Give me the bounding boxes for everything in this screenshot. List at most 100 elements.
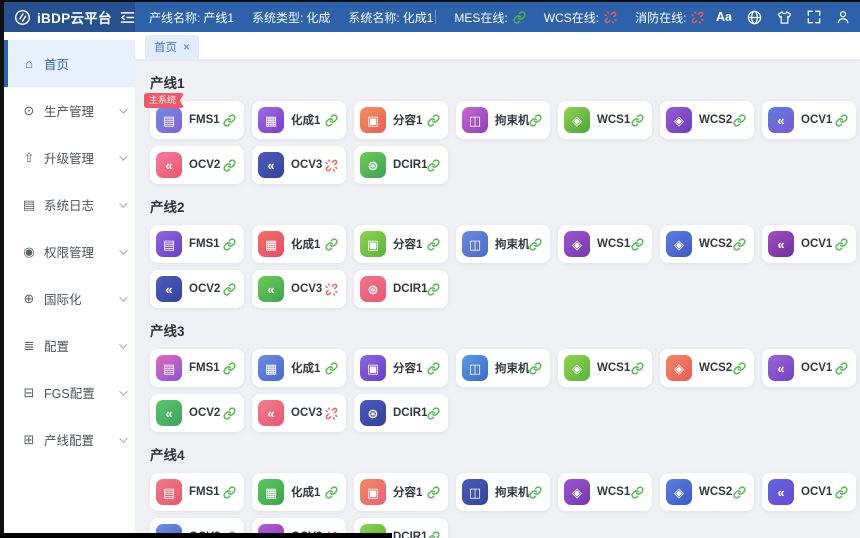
system-card[interactable]: « OCV2 <box>150 270 244 308</box>
link-icon[interactable] <box>223 362 236 375</box>
system-card[interactable]: ◈ WCS2 <box>660 225 754 263</box>
system-card[interactable]: ◈ WCS1 <box>558 225 652 263</box>
sidebar-item[interactable]: ⊞ 产线配置 <box>4 416 135 463</box>
system-card[interactable]: « OCV3 <box>252 270 346 308</box>
link-icon[interactable] <box>325 486 338 499</box>
link-icon[interactable] <box>223 159 236 172</box>
system-card[interactable]: « OCV1 <box>762 473 856 511</box>
link-icon[interactable] <box>529 486 542 499</box>
system-card[interactable]: ▦ 化成1 <box>252 473 346 511</box>
font-size-icon[interactable]: Aa <box>716 10 732 24</box>
system-name: 分容1 <box>393 236 427 252</box>
chevron-down-icon <box>119 387 127 395</box>
system-card[interactable]: ◈ WCS1 <box>558 101 652 139</box>
system-card[interactable]: ◫ 拘束机 <box>456 349 550 387</box>
sidebar-item[interactable]: ▤ 系统日志 <box>4 181 135 228</box>
link-icon[interactable] <box>835 486 848 499</box>
link-icon[interactable] <box>427 283 440 296</box>
system-card[interactable]: 主系统 ▤ FMS1 <box>150 101 244 139</box>
link-icon[interactable] <box>325 238 338 251</box>
link-icon[interactable] <box>733 114 746 127</box>
link-icon[interactable] <box>427 531 440 538</box>
link-icon[interactable] <box>427 362 440 375</box>
system-card[interactable]: ▤ FMS1 <box>150 225 244 263</box>
system-card[interactable]: ▦ 化成1 <box>252 101 346 139</box>
sidebar-item[interactable]: ≣ 配置 <box>4 322 135 369</box>
system-icon: ▤ <box>156 107 182 133</box>
system-card[interactable]: ⊛ DCIR1 <box>354 394 448 432</box>
system-card[interactable]: ◈ WCS1 <box>558 473 652 511</box>
system-card[interactable]: « OCV1 <box>762 225 856 263</box>
system-card[interactable]: ◫ 拘束机 <box>456 225 550 263</box>
system-card[interactable]: ▦ 化成1 <box>252 349 346 387</box>
user-icon[interactable] <box>836 10 850 24</box>
link-icon[interactable] <box>427 486 440 499</box>
info-label: 产线名称: <box>149 11 200 25</box>
system-card[interactable]: ▣ 分容1 <box>354 349 448 387</box>
system-card[interactable]: ⊛ DCIR1 <box>354 270 448 308</box>
broken-link-icon[interactable] <box>325 407 338 420</box>
system-card[interactable]: « OCV1 <box>762 349 856 387</box>
link-icon[interactable] <box>733 362 746 375</box>
system-card[interactable]: ⊛ DCIR1 <box>354 146 448 184</box>
link-icon[interactable] <box>631 362 644 375</box>
system-card[interactable]: ◫ 拘束机 <box>456 473 550 511</box>
collapse-sidebar-icon[interactable] <box>120 11 135 24</box>
system-card[interactable]: ▣ 分容1 <box>354 101 448 139</box>
system-card[interactable]: « OCV3 <box>252 394 346 432</box>
link-icon[interactable] <box>835 238 848 251</box>
tab-close-icon[interactable]: × <box>183 42 190 52</box>
system-card[interactable]: ◈ WCS1 <box>558 349 652 387</box>
sidebar-item[interactable]: ⊕ 国际化 <box>4 275 135 322</box>
link-icon[interactable] <box>427 238 440 251</box>
link-icon[interactable] <box>427 114 440 127</box>
system-card[interactable]: ◫ 拘束机 <box>456 101 550 139</box>
sidebar-item[interactable]: ⊟ FGS配置 <box>4 369 135 416</box>
link-icon[interactable] <box>529 362 542 375</box>
system-card[interactable]: ◈ WCS2 <box>660 349 754 387</box>
link-icon[interactable] <box>835 114 848 127</box>
system-card[interactable]: ◈ WCS2 <box>660 101 754 139</box>
tab-home[interactable]: 首页 × <box>145 35 199 59</box>
system-card[interactable]: ◈ WCS2 <box>660 473 754 511</box>
system-card[interactable]: « OCV3 <box>252 146 346 184</box>
link-icon[interactable] <box>529 238 542 251</box>
link-icon[interactable] <box>223 114 236 127</box>
system-icon: ▣ <box>360 231 386 257</box>
system-icon: ◈ <box>666 231 692 257</box>
sidebar-item[interactable]: ⇧ 升级管理 <box>4 134 135 181</box>
link-icon[interactable] <box>529 114 542 127</box>
link-icon[interactable] <box>631 114 644 127</box>
fullscreen-icon[interactable] <box>807 10 821 24</box>
config-icon: ≣ <box>21 338 37 354</box>
system-card[interactable]: ▣ 分容1 <box>354 473 448 511</box>
link-icon[interactable] <box>427 159 440 172</box>
link-icon[interactable] <box>835 362 848 375</box>
header-info-item: 产线名称:产线1 <box>149 9 234 26</box>
language-globe-icon[interactable] <box>747 10 762 25</box>
system-card[interactable]: « OCV2 <box>150 394 244 432</box>
broken-link-icon[interactable] <box>325 283 338 296</box>
system-card[interactable]: ▤ FMS1 <box>150 349 244 387</box>
link-icon[interactable] <box>733 238 746 251</box>
link-icon[interactable] <box>733 486 746 499</box>
broken-link-icon[interactable] <box>325 159 338 172</box>
link-icon[interactable] <box>325 362 338 375</box>
system-card[interactable]: « OCV1 <box>762 101 856 139</box>
system-card[interactable]: ▤ FMS1 <box>150 473 244 511</box>
sidebar-item[interactable]: ⌂ 首页 <box>4 40 135 87</box>
sidebar-item[interactable]: ◉ 权限管理 <box>4 228 135 275</box>
system-card[interactable]: « OCV2 <box>150 146 244 184</box>
link-icon[interactable] <box>223 486 236 499</box>
system-card[interactable]: ▦ 化成1 <box>252 225 346 263</box>
link-icon[interactable] <box>223 407 236 420</box>
link-icon[interactable] <box>631 238 644 251</box>
link-icon[interactable] <box>427 407 440 420</box>
sidebar-item[interactable]: ⊙ 生产管理 <box>4 87 135 134</box>
link-icon[interactable] <box>325 114 338 127</box>
theme-shirt-icon[interactable] <box>777 10 792 25</box>
system-card[interactable]: ▣ 分容1 <box>354 225 448 263</box>
link-icon[interactable] <box>223 238 236 251</box>
link-icon[interactable] <box>223 283 236 296</box>
link-icon[interactable] <box>631 486 644 499</box>
